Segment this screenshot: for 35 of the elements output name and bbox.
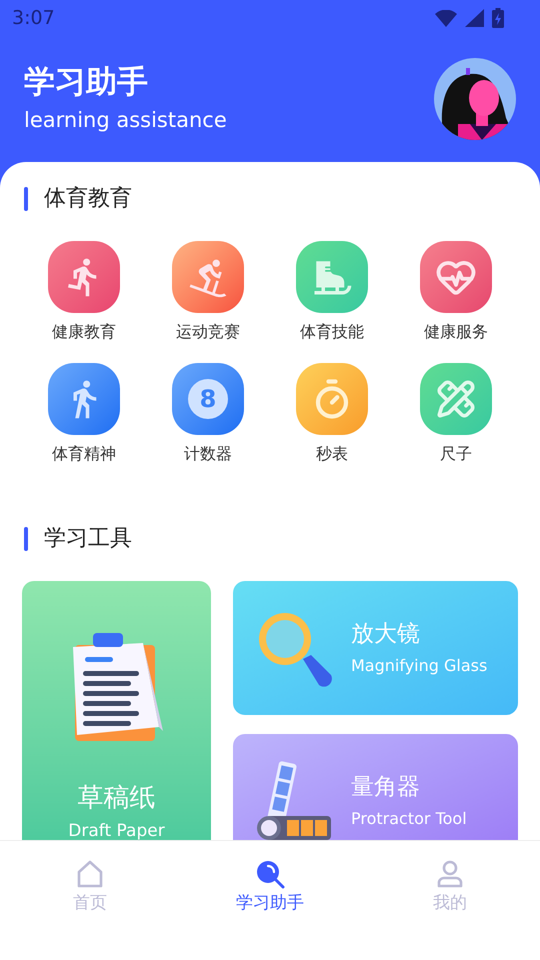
feature-label: 计数器 [184,444,232,464]
section-title: 学习工具 [44,525,132,553]
feature-label: 健康教育 [52,322,116,342]
status-time: 3:07 [12,6,55,31]
card-title: 草稿纸 [78,785,156,811]
feature-tile[interactable]: 秒表 [270,363,394,464]
card-subtitle: Magnifying Glass [351,658,488,674]
feature-tile[interactable]: 健康服务 [394,241,518,342]
card-title: 量角器 [351,776,420,798]
wifi-icon [435,10,457,26]
page-title: 学习助手 [24,67,149,98]
section-title: 体育教育 [44,185,132,213]
card-subtitle: Draft Paper [68,823,165,840]
feature-label: 体育技能 [300,322,364,342]
feature-tile[interactable]: 体育精神 [22,363,146,464]
page-subtitle: learning assistance [24,110,227,131]
feature-label: 健康服务 [424,322,488,342]
feature-tile[interactable]: 尺子 [394,363,518,464]
feature-label: 运动竞赛 [176,322,240,342]
feature-tile[interactable]: 8 计数器 [146,363,270,464]
card-title: 放大镜 [351,622,420,646]
signal-icon [465,9,484,27]
nav-tab[interactable]: 学习助手 [180,859,360,912]
feature-tile[interactable]: 健康教育 [22,241,146,342]
person-icon [435,859,465,889]
feature-tile[interactable]: 体育技能 [270,241,394,342]
battery-icon [492,8,504,28]
pencil-ruler-icon [436,379,476,419]
feature-label: 体育精神 [52,444,116,464]
feature-label: 秒表 [316,444,348,464]
search-icon [255,859,285,889]
feature-tile[interactable]: 运动竞赛 [146,241,270,342]
home-icon [75,859,105,889]
card-subtitle: Protractor Tool [351,810,467,826]
feature-label: 尺子 [440,444,472,464]
